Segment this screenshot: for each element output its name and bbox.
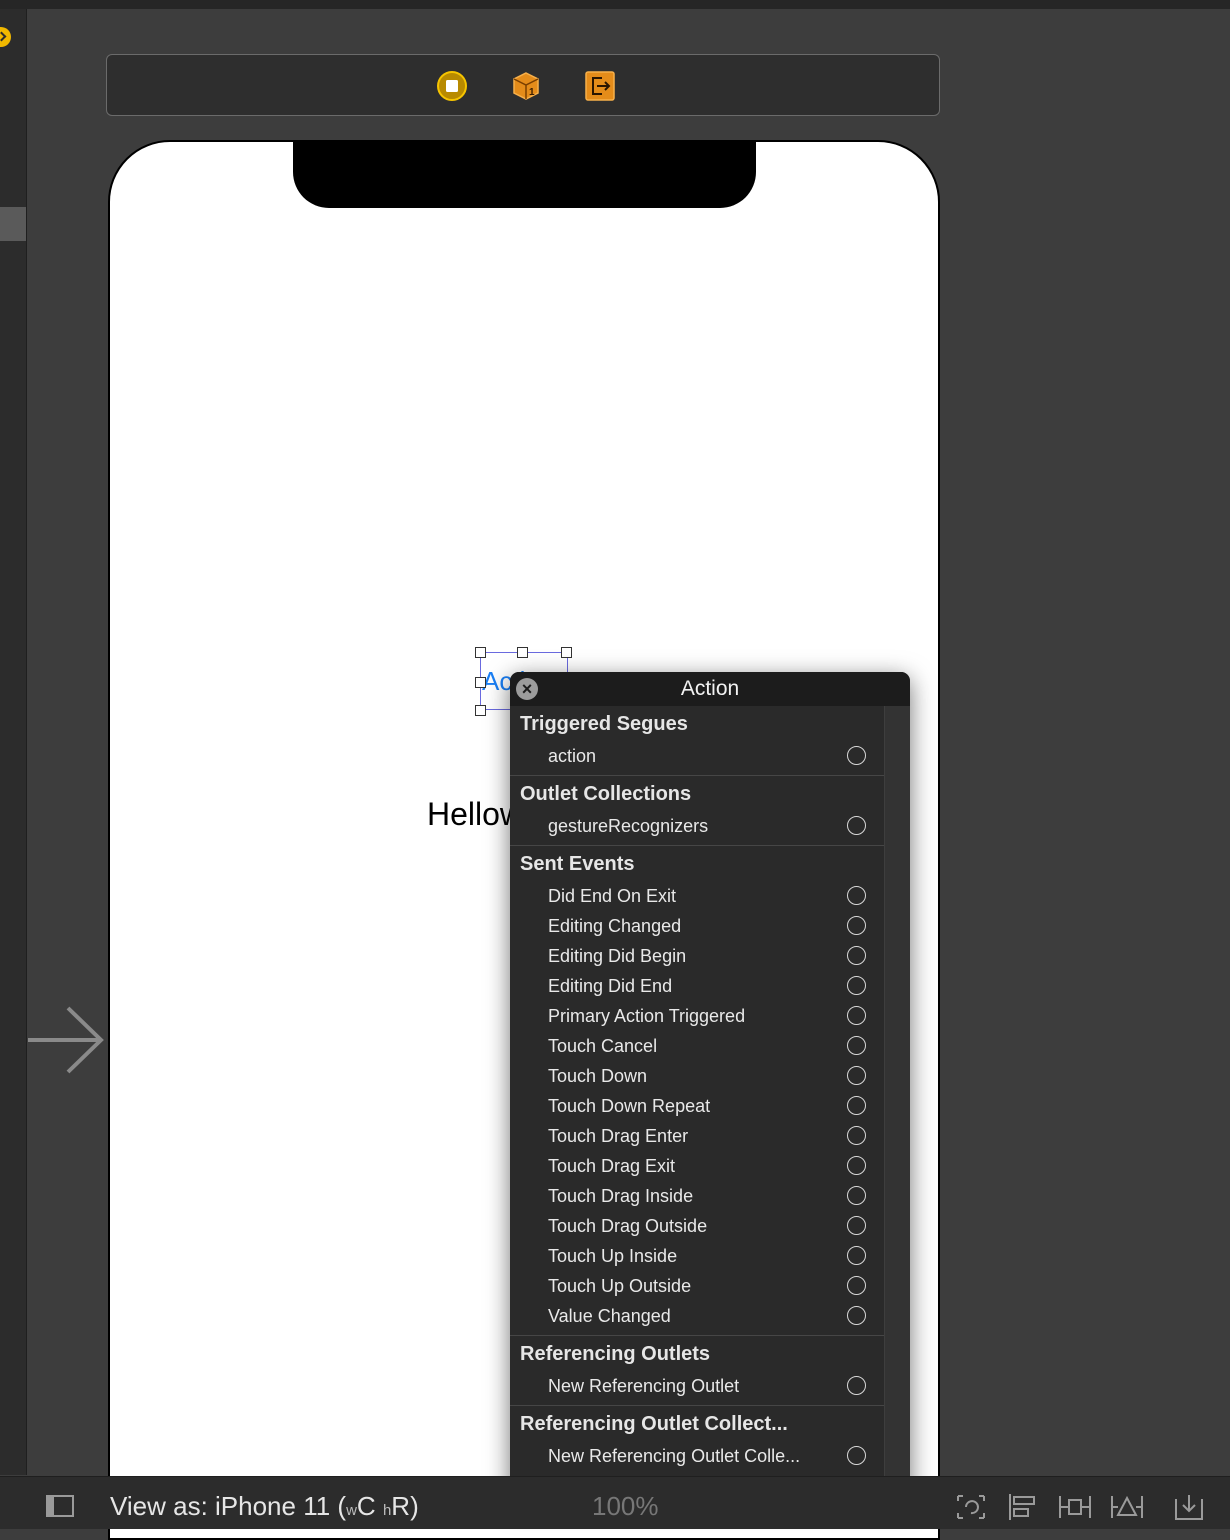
connection-row[interactable]: gestureRecognizers: [510, 811, 884, 841]
close-icon[interactable]: ×: [516, 678, 538, 700]
connection-label: Touch Cancel: [548, 1036, 658, 1056]
connection-label: gestureRecognizers: [548, 816, 709, 836]
resolve-issues-icon[interactable]: [1110, 1493, 1144, 1521]
view-as-device-button[interactable]: View as: iPhone 11 (wC hR): [110, 1491, 419, 1522]
connection-circle-icon[interactable]: [847, 1376, 866, 1395]
connection-row[interactable]: Touch Up Outside: [510, 1271, 884, 1301]
svg-text:1: 1: [529, 87, 535, 98]
width-class: C: [356, 1491, 376, 1521]
sidebar-toggle-icon[interactable]: [46, 1495, 74, 1517]
add-constraints-icon[interactable]: [1058, 1493, 1092, 1521]
connection-label: Touch Up Inside: [548, 1246, 678, 1266]
connection-circle-icon[interactable]: [847, 1246, 866, 1265]
connection-label: Editing Did Begin: [548, 946, 687, 966]
resize-handle[interactable]: [475, 647, 486, 658]
connection-row[interactable]: Touch Down Repeat: [510, 1091, 884, 1121]
connection-row[interactable]: Touch Drag Enter: [510, 1121, 884, 1151]
connection-row[interactable]: Touch Up Inside: [510, 1241, 884, 1271]
expand-chevron-icon[interactable]: [0, 27, 11, 47]
document-outline-strip: [0, 9, 27, 1475]
entry-point-arrow-icon[interactable]: [28, 1004, 106, 1076]
connection-circle-icon[interactable]: [847, 1306, 866, 1325]
connection-label: Touch Drag Inside: [548, 1186, 694, 1206]
scene-dock: 1: [106, 54, 940, 116]
connection-row[interactable]: Primary Action Triggered: [510, 1001, 884, 1031]
connection-row[interactable]: Touch Drag Outside: [510, 1211, 884, 1241]
view-as-suffix: ): [410, 1491, 419, 1521]
resize-handle[interactable]: [475, 705, 486, 716]
connection-label: Touch Drag Outside: [548, 1216, 708, 1236]
connection-row[interactable]: Value Changed: [510, 1301, 884, 1331]
height-class: R: [391, 1491, 411, 1521]
section-header: Referencing Outlet Collect...: [520, 1413, 788, 1435]
connection-circle-icon[interactable]: [847, 1126, 866, 1145]
connection-label: action: [548, 746, 597, 766]
connection-circle-icon[interactable]: [847, 746, 866, 765]
connection-label: New Referencing Outlet Colle...: [548, 1446, 801, 1466]
align-icon[interactable]: [1008, 1493, 1038, 1521]
connection-label: Did End On Exit: [548, 886, 677, 906]
view-controller-icon[interactable]: [436, 70, 468, 102]
connection-label: Value Changed: [548, 1306, 671, 1326]
resize-handle[interactable]: [561, 647, 572, 658]
connection-circle-icon[interactable]: [847, 1096, 866, 1115]
connection-row[interactable]: New Referencing Outlet Colle...: [510, 1441, 884, 1471]
connection-circle-icon[interactable]: [847, 946, 866, 965]
bottom-toolbar: View as: iPhone 11 (wC hR) 100%: [0, 1476, 1230, 1529]
first-responder-icon[interactable]: 1: [510, 70, 542, 102]
connection-circle-icon[interactable]: [847, 976, 866, 995]
connection-circle-icon[interactable]: [847, 1066, 866, 1085]
width-class-prefix: w: [346, 1502, 357, 1519]
connection-label: Touch Down Repeat: [548, 1096, 711, 1116]
connection-row[interactable]: New Referencing Outlet: [510, 1371, 884, 1401]
device-notch: [293, 142, 756, 208]
exit-icon[interactable]: [584, 70, 616, 102]
connection-label: Editing Did End: [548, 976, 673, 996]
connection-row[interactable]: Did End On Exit: [510, 881, 884, 911]
resize-handle[interactable]: [517, 647, 528, 658]
connection-row[interactable]: Touch Cancel: [510, 1031, 884, 1061]
section-header: Outlet Collections: [520, 783, 692, 805]
popover-scrollbar[interactable]: [884, 706, 910, 1496]
connection-circle-icon[interactable]: [847, 916, 866, 935]
connection-label: Touch Drag Enter: [548, 1126, 689, 1146]
connection-row[interactable]: Editing Changed: [510, 911, 884, 941]
connection-row[interactable]: Touch Drag Inside: [510, 1181, 884, 1211]
connections-popover: Action × Triggered Segues action Outlet Co…: [510, 672, 910, 1502]
connection-row[interactable]: Editing Did End: [510, 971, 884, 1001]
top-bar: [0, 0, 1230, 9]
connection-circle-icon[interactable]: [847, 1156, 866, 1175]
zoom-level[interactable]: 100%: [592, 1491, 659, 1522]
view-as-label: View as: iPhone 11 (: [110, 1491, 347, 1521]
section-header: Sent Events: [520, 853, 635, 875]
outline-selection[interactable]: [0, 207, 26, 241]
connection-row[interactable]: action: [510, 741, 884, 771]
connection-label: Editing Changed: [548, 916, 682, 936]
connection-label: Touch Down: [548, 1066, 648, 1086]
popover-title: Action: [510, 672, 910, 706]
connection-label: Touch Up Outside: [548, 1276, 692, 1296]
connection-row[interactable]: Touch Drag Exit: [510, 1151, 884, 1181]
connection-circle-icon[interactable]: [847, 816, 866, 835]
connection-circle-icon[interactable]: [847, 886, 866, 905]
section-header: Referencing Outlets: [520, 1343, 711, 1365]
resize-handle[interactable]: [475, 677, 486, 688]
connection-circle-icon[interactable]: [847, 1186, 866, 1205]
embed-in-icon[interactable]: [1172, 1493, 1206, 1521]
connection-circle-icon[interactable]: [847, 1446, 866, 1465]
connection-label: Primary Action Triggered: [548, 1006, 746, 1026]
section-header: Triggered Segues: [520, 713, 688, 735]
connection-row[interactable]: Touch Down: [510, 1061, 884, 1091]
connection-circle-icon[interactable]: [847, 1006, 866, 1025]
connection-circle-icon[interactable]: [847, 1036, 866, 1055]
connection-row[interactable]: Editing Did Begin: [510, 941, 884, 971]
connection-label: Touch Drag Exit: [548, 1156, 676, 1176]
connection-circle-icon[interactable]: [847, 1276, 866, 1295]
connections-list: Triggered Segues action Outlet Collections…: [510, 706, 884, 1471]
update-frames-icon[interactable]: [955, 1493, 987, 1521]
connection-label: New Referencing Outlet: [548, 1376, 740, 1396]
connection-circle-icon[interactable]: [847, 1216, 866, 1235]
